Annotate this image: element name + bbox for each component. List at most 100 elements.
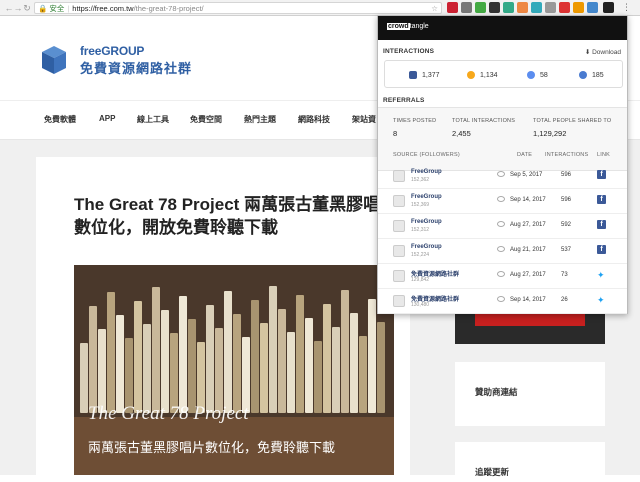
comment-icon[interactable] <box>497 271 505 277</box>
follow-heading: 追蹤更新 <box>475 467 510 477</box>
article-title[interactable]: The Great 78 Project 兩萬張古董黑膠唱片數位化，開放免費聆聽… <box>74 193 414 239</box>
source-followers: 152,312 <box>411 227 430 233</box>
record-sleeve <box>251 300 259 413</box>
post-date: Sep 14, 2017 <box>510 197 546 203</box>
column-link: LINK <box>597 152 611 158</box>
hero-image[interactable]: The Great 78 Project 兩萬張古董黑膠唱片數位化，免費聆聽下載 <box>74 265 394 475</box>
record-sleeve <box>107 292 115 413</box>
extension-icon[interactable] <box>573 2 584 13</box>
source-name[interactable]: FreeGroup <box>411 219 442 225</box>
comment-icon[interactable] <box>497 221 505 227</box>
extension-icon[interactable] <box>545 2 556 13</box>
address-bar[interactable]: 🔒 安全 | https://free.com.tw /the-great-78… <box>34 2 442 14</box>
interactions-heading: INTERACTIONS <box>383 48 435 55</box>
source-followers: 152,362 <box>411 177 430 183</box>
download-icon: ⬇ <box>584 49 591 56</box>
share-icon <box>579 71 587 79</box>
referral-row[interactable]: FreeGroup 152,369 Sep 14, 2017 596 f <box>378 189 627 214</box>
referral-row[interactable]: FreeGroup 152,312 Aug 27, 2017 592 f <box>378 214 627 239</box>
extension-icon[interactable] <box>489 2 500 13</box>
sponsor-box: 贊助商連結 <box>455 362 605 426</box>
comment-icon <box>527 71 535 79</box>
interaction-shares: 185 <box>579 71 604 79</box>
stat-label: TOTAL PEOPLE SHARED TO <box>533 118 612 124</box>
stat-value: 2,455 <box>452 129 471 138</box>
nav-item[interactable]: APP <box>99 114 115 123</box>
menu-icon[interactable]: ⋮ <box>622 2 631 13</box>
source-avatar <box>393 245 405 257</box>
nav-item[interactable]: 熱門主題 <box>244 114 276 125</box>
record-sleeve <box>296 295 304 413</box>
record-sleeve <box>332 327 340 413</box>
referral-row[interactable]: FreeGroup 152,362 Sep 5, 2017 596 f <box>378 164 627 189</box>
record-sleeve <box>350 313 358 413</box>
record-sleeve <box>143 324 151 413</box>
nav-item[interactable]: 線上工具 <box>137 114 169 125</box>
source-avatar <box>393 195 405 207</box>
extension-icon[interactable] <box>587 2 598 13</box>
article-card: The Great 78 Project 兩萬張古董黑膠唱片數位化，開放免費聆聽… <box>36 157 410 475</box>
star-icon[interactable]: ☆ <box>431 4 438 13</box>
post-date: Sep 5, 2017 <box>510 172 543 178</box>
extension-icon[interactable] <box>475 2 486 13</box>
record-sleeve <box>359 336 367 413</box>
source-followers: 152,224 <box>411 252 430 258</box>
crowdtangle-logo: crowdtangle <box>387 23 429 30</box>
facebook-link-icon[interactable]: f <box>597 220 606 229</box>
sponsor-heading: 贊助商連結 <box>475 387 518 397</box>
source-name[interactable]: FreeGroup <box>411 194 442 200</box>
interaction-reactions: 1,134 <box>467 71 498 79</box>
extension-icon[interactable] <box>503 2 514 13</box>
referrals-heading: REFERRALS <box>383 97 425 104</box>
nav-item[interactable]: 架站資 <box>352 114 376 125</box>
comment-icon[interactable] <box>497 296 505 302</box>
facebook-link-icon[interactable]: f <box>597 195 606 204</box>
source-avatar <box>393 270 405 282</box>
nav-item[interactable]: 免費空間 <box>190 114 222 125</box>
referral-row[interactable]: 免費資源網路社群 130,480 Sep 14, 2017 26 ✦ <box>378 289 627 314</box>
post-interactions: 73 <box>561 272 568 278</box>
lock-icon: 🔒 <box>38 3 48 13</box>
record-sleeve <box>80 343 88 413</box>
source-name[interactable]: FreeGroup <box>411 169 442 175</box>
post-interactions: 596 <box>561 172 572 178</box>
record-sleeve <box>134 301 142 413</box>
facebook-link-icon[interactable]: f <box>597 245 606 254</box>
referral-row[interactable]: FreeGroup 152,224 Aug 21, 2017 537 f <box>378 239 627 264</box>
interaction-facebook: 1,377 <box>409 71 440 79</box>
post-date: Aug 27, 2017 <box>510 272 546 278</box>
extension-icon[interactable] <box>517 2 528 13</box>
stat-label: TOTAL INTERACTIONS <box>452 118 516 124</box>
download-button[interactable]: ⬇ Download <box>585 48 621 56</box>
reload-icon[interactable]: ↻ <box>21 3 33 14</box>
stat-label: TIMES POSTED <box>393 118 437 124</box>
record-sleeve <box>116 315 124 413</box>
record-sleeve <box>170 333 178 413</box>
brand-name-en[interactable]: freeGROUP <box>80 44 144 58</box>
facebook-icon <box>409 71 417 79</box>
source-avatar <box>393 170 405 182</box>
extension-icon[interactable] <box>447 2 458 13</box>
brand-name-zh[interactable]: 免費資源網路社群 <box>80 58 192 77</box>
twitter-link-icon[interactable]: ✦ <box>597 295 605 306</box>
comment-icon[interactable] <box>497 196 505 202</box>
nav-item[interactable]: 免費軟體 <box>44 114 76 125</box>
extension-icon[interactable] <box>461 2 472 13</box>
record-sleeve <box>278 309 286 413</box>
comment-icon[interactable] <box>497 171 505 177</box>
source-followers: 129,842 <box>411 277 430 283</box>
comment-icon[interactable] <box>497 246 505 252</box>
nav-item[interactable]: 網路科技 <box>298 114 330 125</box>
extension-icon[interactable] <box>559 2 570 13</box>
post-interactions: 596 <box>561 197 572 203</box>
record-sleeve <box>89 306 97 413</box>
record-sleeve <box>323 304 331 413</box>
referral-row[interactable]: 免費資源網路社群 129,842 Aug 27, 2017 73 ✦ <box>378 264 627 289</box>
crowdtangle-icon[interactable] <box>603 2 614 13</box>
extension-icon[interactable] <box>531 2 542 13</box>
twitter-link-icon[interactable]: ✦ <box>597 270 605 281</box>
record-sleeve <box>125 338 133 413</box>
facebook-link-icon[interactable]: f <box>597 170 606 179</box>
secure-label: 安全 <box>49 3 65 13</box>
source-name[interactable]: FreeGroup <box>411 244 442 250</box>
